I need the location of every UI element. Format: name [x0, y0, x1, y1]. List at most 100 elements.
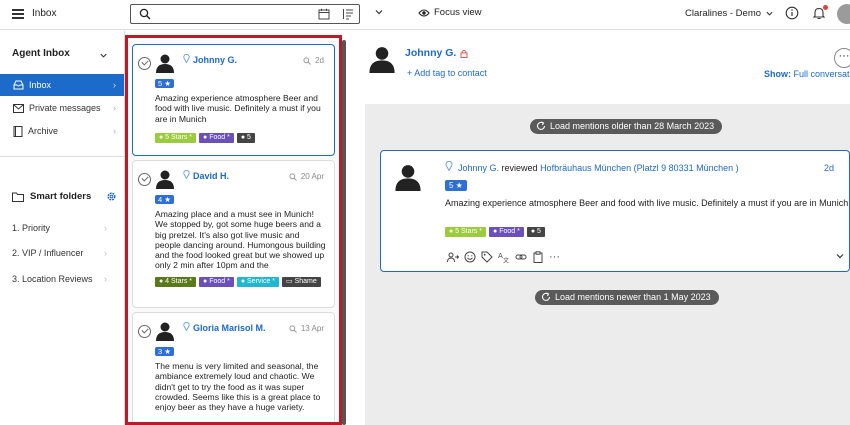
focus-view-label: Focus view: [434, 7, 482, 18]
mention-card[interactable]: Gloria Marisol M. 13 Apr 3 ★ The menu is…: [132, 312, 335, 422]
book-icon: [13, 125, 23, 137]
tag-chip[interactable]: ● Food *: [199, 277, 234, 287]
sidebar-item-label: Private messages: [29, 103, 101, 113]
tag-chip[interactable]: ● 5 Stars *: [155, 133, 197, 143]
folder-icon: [12, 192, 24, 202]
mention-detail-card[interactable]: Johnny G. reviewed Hofbräuhaus München (…: [380, 150, 850, 272]
mention-age: 2d: [315, 56, 324, 65]
chevron-right-icon: ›: [104, 248, 107, 258]
left-sidebar: Agent Inbox Inbox › Private messages › A…: [0, 31, 125, 425]
mention-actions: A文 ···: [447, 251, 560, 263]
smart-folder-location-reviews[interactable]: 3. Location Reviews: [12, 274, 93, 284]
tag-chip[interactable]: ● Food *: [489, 227, 524, 237]
list-scrollbar[interactable]: [342, 40, 346, 425]
link-icon[interactable]: [515, 251, 527, 263]
translate-icon[interactable]: A文: [498, 251, 510, 263]
person-avatar-icon: [156, 54, 174, 73]
info-icon[interactable]: [785, 6, 799, 20]
sidebar-item-archive[interactable]: Archive ›: [0, 120, 124, 142]
add-tag-link[interactable]: + Add tag to contact: [407, 68, 487, 78]
search-icon: [289, 324, 297, 333]
smart-folder-vip[interactable]: 2. VIP / Influencer: [12, 248, 83, 258]
mention-text: Amazing experience atmosphere Beer and f…: [445, 198, 849, 208]
tag-list: ● 4 Stars * ● Food * ● Service * ▭ Shame: [155, 277, 330, 287]
load-newer-button[interactable]: Load mentions newer than 1 May 2023: [535, 290, 719, 305]
more-actions-icon[interactable]: ···: [549, 251, 560, 263]
mention-card[interactable]: David H. 20 Apr 4 ★ Amazing place and a …: [132, 160, 335, 308]
tag-chip[interactable]: ● 5: [526, 227, 545, 237]
smiley-icon[interactable]: [464, 251, 476, 263]
place-link[interactable]: Hofbräuhaus München (Platzl 9 80331 Münc…: [540, 163, 739, 173]
sidebar-item-label: Archive: [28, 126, 59, 136]
sidebar-item-inbox[interactable]: Inbox ›: [0, 74, 124, 96]
search-icon: [303, 56, 311, 65]
show-value: Full conversation: [793, 69, 850, 79]
sidebar-item-private-messages[interactable]: Private messages ›: [0, 97, 124, 119]
chevron-down-icon[interactable]: [99, 51, 108, 60]
chevron-down-icon[interactable]: [835, 251, 845, 261]
rating-badge: 5 ★: [155, 79, 174, 88]
hamburger-menu-icon[interactable]: [12, 9, 24, 19]
mention-age: 20 Apr: [300, 172, 324, 181]
user-avatar[interactable]: [837, 4, 850, 24]
tag-chip[interactable]: ● 4 Stars *: [155, 277, 197, 287]
tag-chip[interactable]: ● 5: [236, 133, 255, 143]
check-circle-icon[interactable]: [138, 325, 151, 338]
chevron-down-icon[interactable]: [374, 7, 384, 17]
filter-list-icon[interactable]: [342, 8, 354, 20]
assign-user-icon[interactable]: [447, 252, 459, 263]
tag-chip[interactable]: ● Food *: [199, 133, 234, 143]
check-circle-icon[interactable]: [138, 173, 151, 186]
org-label: Claralines - Demo: [685, 8, 762, 19]
mention-age: 13 Apr: [300, 324, 324, 333]
author-name[interactable]: Johnny G.: [193, 55, 237, 65]
agent-inbox-heading: Agent Inbox: [12, 48, 70, 59]
chevron-down-icon: [766, 11, 773, 16]
author-link[interactable]: Johnny G.: [458, 163, 499, 173]
load-older-label: Load mentions older than 28 March 2023: [550, 121, 715, 131]
tag-chip[interactable]: ▭ Shame: [282, 277, 321, 287]
mentions-list: Johnny G. 2d 5 ★ Amazing experience atmo…: [125, 35, 342, 425]
app-title: Inbox: [32, 8, 57, 19]
org-selector[interactable]: Claralines - Demo: [685, 8, 774, 19]
mention-text: The menu is very limited and seasonal, t…: [155, 361, 321, 413]
gear-icon[interactable]: [106, 191, 117, 202]
contact-name-label: Johnny G.: [405, 47, 457, 59]
mention-meta: 2d: [303, 56, 324, 65]
calendar-icon[interactable]: [318, 8, 330, 20]
conversation-thread: Load mentions older than 28 March 2023 J…: [365, 104, 850, 425]
rating-badge: 4 ★: [155, 195, 174, 204]
author-name[interactable]: Gloria Marisol M.: [193, 323, 266, 333]
mention-text: Amazing place and a must see in Munich! …: [155, 209, 326, 271]
clipboard-icon[interactable]: [532, 251, 544, 263]
mention-age: 2d: [824, 163, 835, 173]
show-selector[interactable]: Show: Full conversation: [764, 69, 850, 79]
search-input[interactable]: [130, 4, 360, 24]
contact-name[interactable]: Johnny G.: [405, 47, 468, 59]
location-pin-icon: [183, 322, 190, 331]
author-name[interactable]: David H.: [193, 171, 229, 181]
tag-chip[interactable]: ● Service *: [236, 277, 280, 287]
person-avatar-icon: [395, 165, 421, 191]
notifications-bell-icon[interactable]: [812, 5, 828, 22]
load-older-button[interactable]: Load mentions older than 28 March 2023: [530, 119, 723, 134]
check-circle-icon[interactable]: [138, 57, 151, 70]
more-options-button[interactable]: ···: [834, 48, 850, 68]
smart-folder-priority[interactable]: 1. Priority: [12, 223, 50, 233]
mention-headline: Johnny G. reviewed Hofbräuhaus München (…: [458, 163, 739, 173]
tag-icon[interactable]: [481, 251, 493, 263]
mention-card[interactable]: Johnny G. 2d 5 ★ Amazing experience atmo…: [132, 44, 335, 156]
location-pin-icon: [183, 170, 190, 179]
person-avatar-icon: [156, 322, 174, 341]
conversation-detail: Johnny G. + Add tag to contact ··· Show:…: [350, 31, 850, 425]
mention-meta: 13 Apr: [289, 324, 324, 333]
mention-text: Amazing experience atmosphere Beer and f…: [155, 93, 321, 124]
search-icon: [139, 8, 151, 20]
focus-view-toggle[interactable]: Focus view: [418, 7, 482, 18]
location-pin-icon: [183, 54, 190, 63]
rating-badge: 3 ★: [155, 347, 174, 356]
tag-list: ● 5 Stars * ● Food * ● 5: [155, 133, 330, 143]
notification-dot: [823, 5, 828, 10]
tag-chip[interactable]: ● 5 Stars *: [445, 227, 487, 237]
location-pin-icon: [445, 161, 453, 171]
